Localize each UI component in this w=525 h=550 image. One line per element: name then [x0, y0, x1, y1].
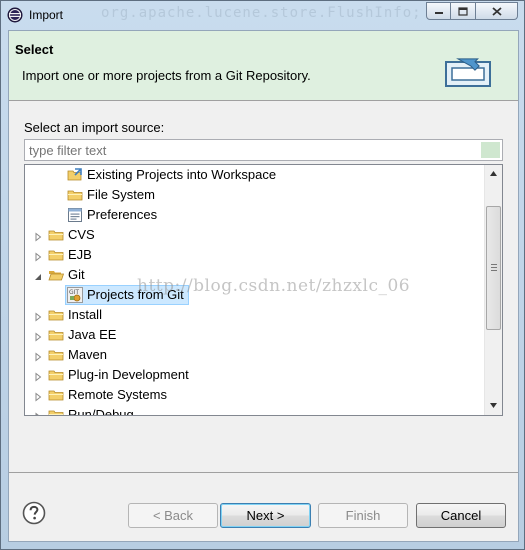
- scroll-down-button[interactable]: [485, 397, 502, 414]
- preferences-icon: [67, 207, 83, 223]
- back-button[interactable]: < Back: [128, 503, 218, 528]
- tree-item[interactable]: CVS: [25, 225, 484, 245]
- wizard-banner: Select Import one or more projects from …: [9, 31, 518, 101]
- expanded-arrow-icon[interactable]: [33, 270, 43, 280]
- collapsed-arrow-icon[interactable]: [33, 350, 43, 362]
- page-title: Select: [15, 42, 54, 57]
- cancel-button[interactable]: Cancel: [416, 503, 506, 528]
- tree-item-label: Preferences: [87, 207, 158, 222]
- page-description: Import one or more projects from a Git R…: [22, 68, 311, 83]
- folder-icon: [48, 387, 64, 403]
- tree-item[interactable]: Run/Debug: [25, 405, 484, 415]
- filter-clear-icon[interactable]: [481, 142, 500, 158]
- tree-item[interactable]: File System: [25, 185, 484, 205]
- tree-item-label: EJB: [68, 247, 92, 262]
- minimize-button[interactable]: [426, 2, 451, 20]
- finish-button[interactable]: Finish: [318, 503, 408, 528]
- title-bar[interactable]: Import org.apache.lucene.store.FlushInfo…: [1, 1, 524, 29]
- import-dialog-window: Import org.apache.lucene.store.FlushInfo…: [0, 0, 525, 550]
- dialog-client-area: Select Import one or more projects from …: [8, 30, 519, 542]
- folder-icon: [48, 247, 64, 263]
- tree-item-label: Java EE: [68, 327, 117, 342]
- window-title: Import: [29, 8, 64, 22]
- tree-item[interactable]: Plug-in Development: [25, 365, 484, 385]
- tree-item[interactable]: Remote Systems: [25, 385, 484, 405]
- folder-icon: [48, 307, 64, 323]
- tree-item-label: CVS: [68, 227, 95, 242]
- tree-item[interactable]: Maven: [25, 345, 484, 365]
- tree-item-label: Projects from Git: [87, 287, 184, 302]
- tree-item[interactable]: Preferences: [25, 205, 484, 225]
- next-button[interactable]: Next >: [220, 503, 311, 528]
- folder-icon: [67, 187, 83, 203]
- tree-item-label: Git: [68, 267, 85, 282]
- tree-item-label: Plug-in Development: [68, 367, 189, 382]
- import-source-label: Select an import source:: [24, 120, 165, 135]
- tree-item-label: Remote Systems: [68, 387, 167, 402]
- background-code-text: org.apache.lucene.store.FlushInfo;: [101, 5, 422, 21]
- import-source-tree: Existing Projects into Workspace File Sys…: [24, 164, 503, 416]
- import-wizard-icon: [445, 58, 491, 87]
- tree-item[interactable]: Install: [25, 305, 484, 325]
- collapsed-arrow-icon[interactable]: [33, 410, 43, 415]
- maximize-button[interactable]: [451, 2, 476, 20]
- tree-item[interactable]: EJB: [25, 245, 484, 265]
- collapsed-arrow-icon[interactable]: [33, 370, 43, 382]
- maximize-icon: [458, 6, 468, 16]
- scroll-down-icon: [490, 403, 497, 408]
- grip-line: [491, 267, 497, 268]
- scroll-up-icon: [490, 171, 497, 176]
- folder-icon: [48, 407, 64, 415]
- close-icon: [491, 6, 502, 16]
- tree-viewport: Existing Projects into Workspace File Sys…: [25, 165, 484, 415]
- scroll-up-button[interactable]: [485, 165, 502, 182]
- tree-item-label: File System: [87, 187, 155, 202]
- grip-line: [491, 270, 497, 271]
- folder-icon: [48, 347, 64, 363]
- open-project-icon: [67, 167, 83, 183]
- folder-icon: [48, 227, 64, 243]
- folder-open-icon: [48, 267, 65, 283]
- collapsed-arrow-icon[interactable]: [33, 250, 43, 262]
- tree-item-label: Run/Debug: [68, 407, 134, 415]
- grip-line: [491, 264, 497, 265]
- git-icon: GIT: [67, 287, 83, 303]
- vertical-scrollbar[interactable]: [484, 165, 502, 415]
- tree-item-label: Install: [68, 307, 102, 322]
- eclipse-app-icon: [7, 7, 23, 23]
- minimize-icon: [434, 12, 443, 14]
- help-icon[interactable]: [22, 501, 46, 525]
- tree-item-label: Maven: [68, 347, 108, 362]
- collapsed-arrow-icon[interactable]: [33, 310, 43, 322]
- tree-item[interactable]: Java EE: [25, 325, 484, 345]
- filter-input[interactable]: [24, 139, 503, 161]
- folder-icon: [48, 327, 64, 343]
- tree-item[interactable]: Existing Projects into Workspace: [25, 165, 484, 185]
- close-button[interactable]: [476, 2, 518, 20]
- tree-item-label: Existing Projects into Workspace: [87, 167, 277, 182]
- collapsed-arrow-icon[interactable]: [33, 390, 43, 402]
- collapsed-arrow-icon[interactable]: [33, 230, 43, 242]
- scroll-thumb[interactable]: [486, 206, 501, 330]
- caption-buttons: [426, 2, 518, 20]
- folder-icon: [48, 367, 64, 383]
- collapsed-arrow-icon[interactable]: [33, 330, 43, 342]
- tree-item[interactable]: Git: [25, 265, 484, 285]
- footer-separator: [9, 472, 518, 473]
- tree-item[interactable]: GIT Projects from Git: [25, 285, 484, 305]
